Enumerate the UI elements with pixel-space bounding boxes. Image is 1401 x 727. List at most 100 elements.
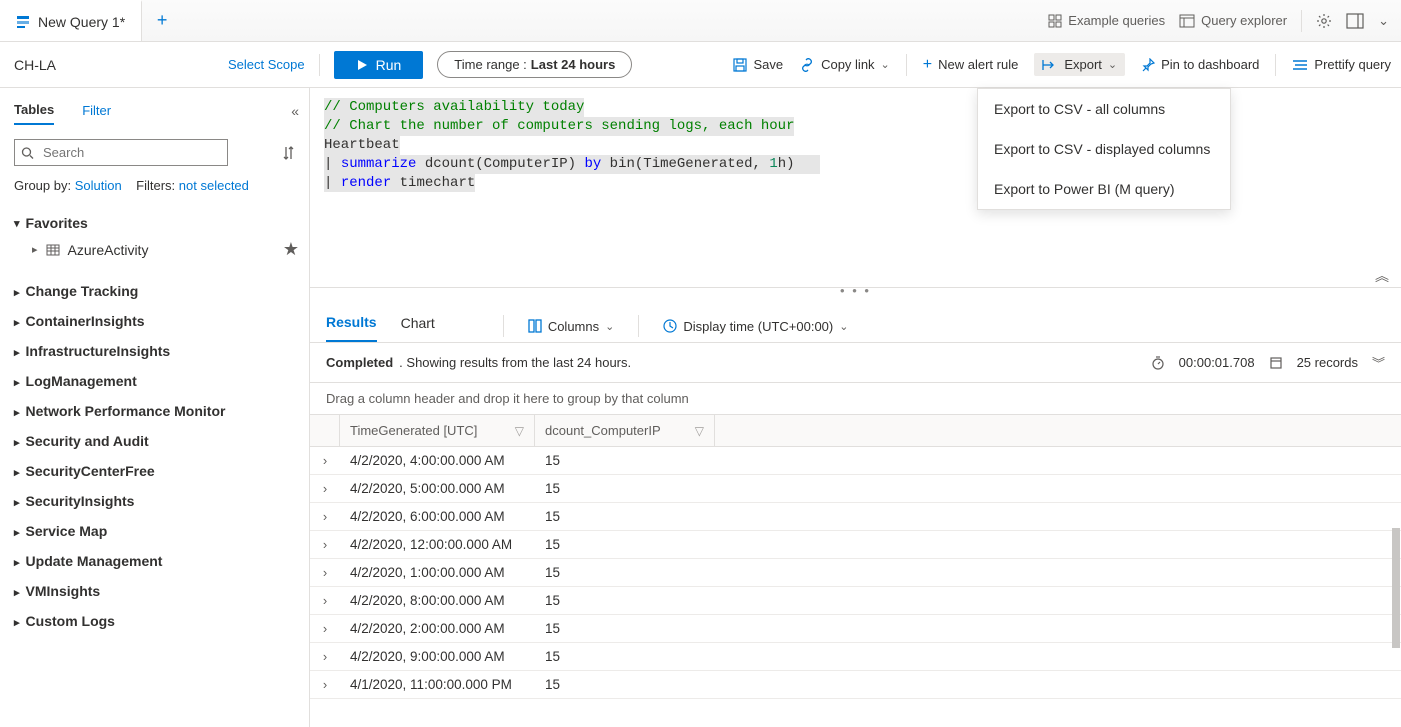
tab-filter[interactable]: Filter xyxy=(82,97,111,124)
expand-down-icon[interactable]: ︾ xyxy=(1372,353,1385,372)
category-item[interactable]: Network Performance Monitor xyxy=(14,396,299,426)
favorites-section[interactable]: Favorites xyxy=(14,215,299,231)
category-item[interactable]: SecurityCenterFree xyxy=(14,456,299,486)
tab-results[interactable]: Results xyxy=(326,310,377,342)
expand-row-icon[interactable]: › xyxy=(310,649,340,664)
export-csv-all[interactable]: Export to CSV - all columns xyxy=(978,89,1230,129)
tab-new-query[interactable]: New Query 1* xyxy=(0,0,142,41)
kw-by: by xyxy=(584,156,601,172)
table-row[interactable]: ›4/2/2020, 12:00:00.000 AM15 xyxy=(310,531,1401,559)
table-row[interactable]: ›4/2/2020, 1:00:00.000 AM15 xyxy=(310,559,1401,587)
pin-button[interactable]: Pin to dashboard xyxy=(1141,57,1259,72)
expand-row-icon[interactable]: › xyxy=(310,593,340,608)
category-item[interactable]: Security and Audit xyxy=(14,426,299,456)
table-row[interactable]: ›4/2/2020, 6:00:00.000 AM15 xyxy=(310,503,1401,531)
save-button[interactable]: Save xyxy=(733,57,783,72)
table-row[interactable]: ›4/2/2020, 9:00:00.000 AM15 xyxy=(310,643,1401,671)
category-item[interactable]: InfrastructureInsights xyxy=(14,336,299,366)
new-alert-label: New alert rule xyxy=(938,57,1018,72)
workspace-name: CH-LA xyxy=(14,57,214,73)
category-item[interactable]: Service Map xyxy=(14,516,299,546)
expand-row-icon[interactable]: › xyxy=(310,481,340,496)
table-row[interactable]: ›4/2/2020, 4:00:00.000 AM15 xyxy=(310,447,1401,475)
settings-button[interactable] xyxy=(1316,13,1332,29)
export-powerbi[interactable]: Export to Power BI (M query) xyxy=(978,169,1230,209)
tab-tables[interactable]: Tables xyxy=(14,96,54,125)
filters-value[interactable]: not selected xyxy=(179,178,249,193)
cell-dcount: 15 xyxy=(535,453,715,468)
category-item[interactable]: Update Management xyxy=(14,546,299,576)
category-item[interactable]: ContainerInsights xyxy=(14,306,299,336)
export-csv-displayed[interactable]: Export to CSV - displayed columns xyxy=(978,129,1230,169)
divider xyxy=(319,54,320,76)
editor-text: bin(TimeGenerated, xyxy=(601,156,769,172)
collapse-editor-icon[interactable]: ︽ xyxy=(1375,266,1389,286)
pin-icon xyxy=(1141,58,1155,72)
cell-dcount: 15 xyxy=(535,509,715,524)
plus-icon: + xyxy=(923,56,932,74)
example-queries-button[interactable]: Example queries xyxy=(1048,13,1165,28)
status-text: . Showing results from the last 24 hours… xyxy=(399,355,631,370)
chevron-down-button[interactable]: ⌄ xyxy=(1378,13,1389,29)
display-time-button[interactable]: Display time (UTC+00:00) ⌄ xyxy=(663,319,848,334)
category-item[interactable]: LogManagement xyxy=(14,366,299,396)
export-button[interactable]: Export ⌄ xyxy=(1034,53,1125,76)
chevron-right-icon: ▸ xyxy=(32,243,38,256)
filter-icon[interactable]: ▽ xyxy=(695,424,704,438)
filter-icon[interactable]: ▽ xyxy=(515,424,524,438)
category-item[interactable]: SecurityInsights xyxy=(14,486,299,516)
table-row[interactable]: ›4/2/2020, 2:00:00.000 AM15 xyxy=(310,615,1401,643)
category-item[interactable]: Custom Logs xyxy=(14,606,299,636)
table-row[interactable]: ›4/1/2020, 11:00:00.000 PM15 xyxy=(310,671,1401,699)
category-label: Change Tracking xyxy=(26,283,139,299)
expand-row-icon[interactable]: › xyxy=(310,453,340,468)
col-dcount[interactable]: dcount_ComputerIP ▽ xyxy=(535,415,715,446)
groupby-label: Group by: xyxy=(14,178,71,193)
category-item[interactable]: Change Tracking xyxy=(14,276,299,306)
cell-dcount: 15 xyxy=(535,565,715,580)
sort-toggle-icon[interactable] xyxy=(283,146,299,160)
query-explorer-button[interactable]: Query explorer xyxy=(1179,13,1287,28)
table-row[interactable]: ›4/2/2020, 5:00:00.000 AM15 xyxy=(310,475,1401,503)
copy-link-button[interactable]: Copy link ⌄ xyxy=(799,57,890,72)
category-item[interactable]: VMInsights xyxy=(14,576,299,606)
prettify-button[interactable]: Prettify query xyxy=(1292,57,1391,72)
expand-row-icon[interactable]: › xyxy=(310,537,340,552)
expand-row-icon[interactable]: › xyxy=(310,677,340,692)
chevron-right-icon xyxy=(14,283,20,299)
add-tab-button[interactable]: + xyxy=(142,0,182,41)
search-input[interactable] xyxy=(14,139,228,166)
expand-row-icon[interactable]: › xyxy=(310,621,340,636)
select-scope-link[interactable]: Select Scope xyxy=(228,57,305,72)
schema-sidebar: Tables Filter « Group by: Solution Filte… xyxy=(0,88,310,727)
chevron-right-icon xyxy=(14,523,20,539)
save-icon xyxy=(733,58,747,72)
cell-timegenerated: 4/2/2020, 1:00:00.000 AM xyxy=(340,565,535,580)
gear-icon xyxy=(1316,13,1332,29)
cell-dcount: 15 xyxy=(535,649,715,664)
table-row[interactable]: ›4/2/2020, 8:00:00.000 AM15 xyxy=(310,587,1401,615)
time-range-picker[interactable]: Time range : Last 24 hours xyxy=(437,51,632,78)
star-icon[interactable]: ★ xyxy=(283,239,299,260)
new-alert-rule-button[interactable]: + New alert rule xyxy=(923,56,1019,74)
expand-row-icon[interactable]: › xyxy=(310,509,340,524)
chevron-right-icon xyxy=(14,313,20,329)
groupby-value[interactable]: Solution xyxy=(75,178,122,193)
chevron-right-icon xyxy=(14,463,20,479)
copy-link-label: Copy link xyxy=(821,57,874,72)
tab-chart[interactable]: Chart xyxy=(401,311,435,341)
col-timegenerated[interactable]: TimeGenerated [UTC] ▽ xyxy=(340,415,535,446)
category-label: InfrastructureInsights xyxy=(26,343,171,359)
favorite-item[interactable]: ▸ AzureActivity ★ xyxy=(14,231,299,268)
run-button[interactable]: Run xyxy=(334,51,424,79)
collapse-sidebar-button[interactable]: « xyxy=(291,103,299,119)
link-icon xyxy=(799,58,815,72)
group-hint[interactable]: Drag a column header and drop it here to… xyxy=(310,383,1401,415)
panel-toggle-button[interactable] xyxy=(1346,13,1364,29)
columns-button[interactable]: Columns ⌄ xyxy=(528,319,615,334)
query-editor[interactable]: // Computers availability today // Chart… xyxy=(310,88,1401,288)
resize-handle[interactable]: • • • xyxy=(310,288,1401,300)
scrollbar-thumb[interactable] xyxy=(1392,528,1400,648)
chevron-down-icon: ⌄ xyxy=(881,58,890,71)
expand-row-icon[interactable]: › xyxy=(310,565,340,580)
